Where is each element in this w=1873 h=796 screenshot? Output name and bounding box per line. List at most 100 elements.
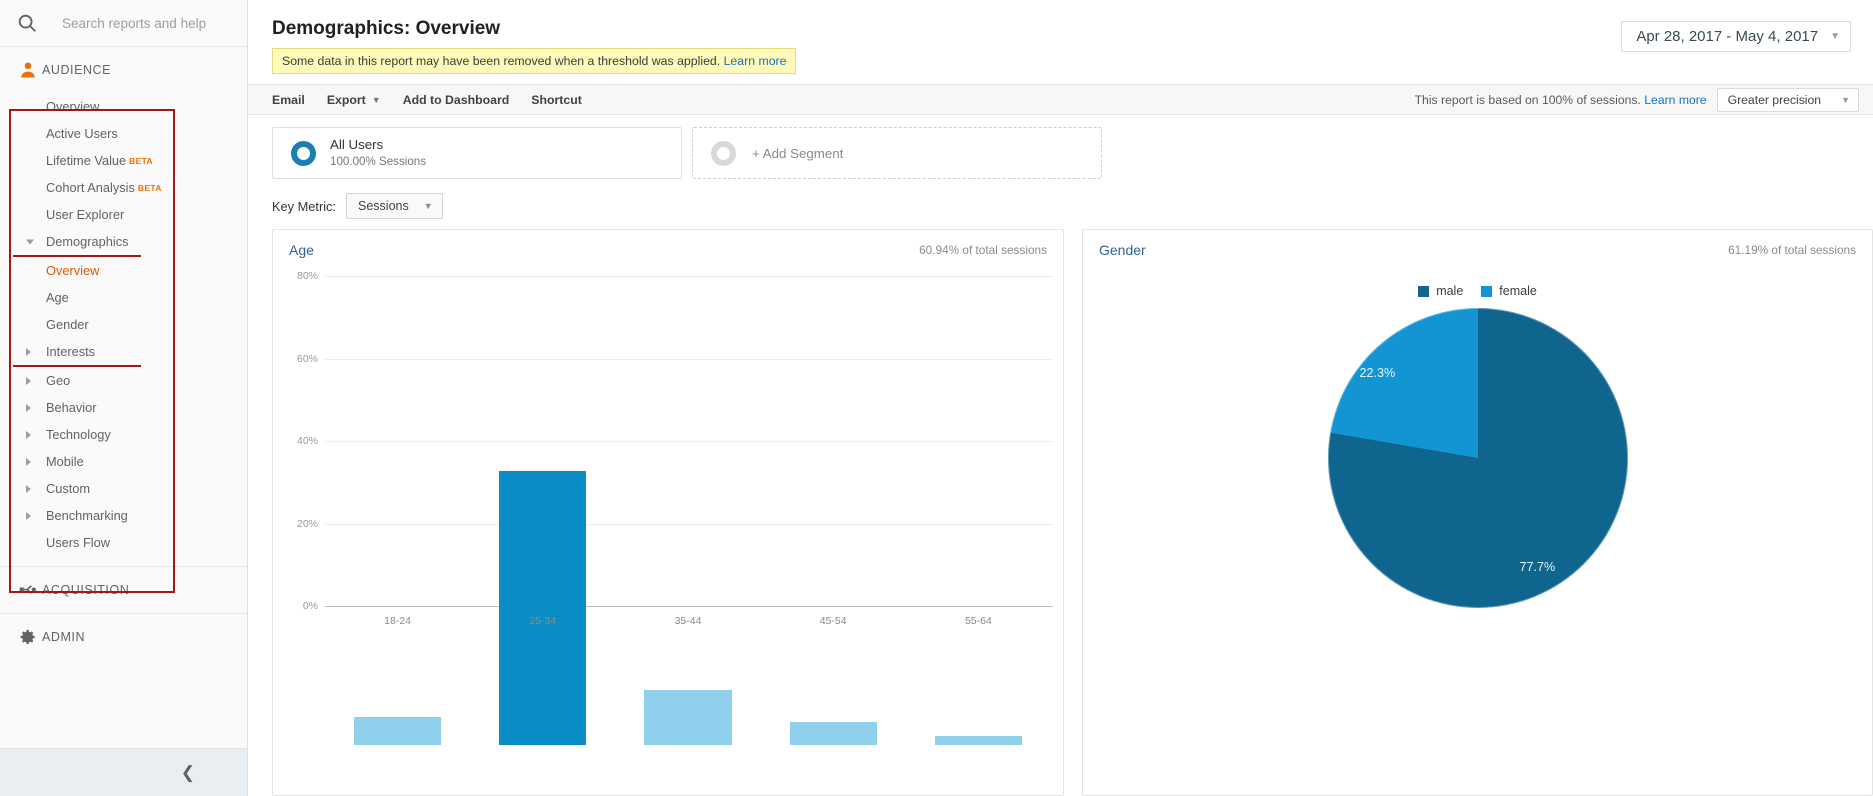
gridline bbox=[325, 358, 1053, 360]
key-metric-select[interactable]: Sessions ▼ bbox=[346, 193, 443, 219]
sidebar-item-interests[interactable]: Interests bbox=[0, 338, 247, 365]
sidebar-section-label: AUDIENCE bbox=[42, 63, 111, 77]
search-icon bbox=[16, 12, 38, 34]
pie-label-male: 77.7% bbox=[1519, 560, 1556, 574]
x-axis-tick-label: 25-34 bbox=[529, 615, 557, 627]
sidebar-item-overview[interactable]: Overview bbox=[0, 93, 247, 120]
bar-25-34[interactable] bbox=[499, 470, 587, 745]
sidebar-item-label: Cohort Analysis bbox=[46, 180, 135, 195]
x-axis-tick-label: 35-44 bbox=[674, 615, 702, 627]
segment-sessions: 100.00% Sessions bbox=[330, 155, 427, 169]
legend-swatch-female bbox=[1481, 285, 1493, 297]
chevron-right-icon bbox=[26, 457, 31, 466]
sidebar-search-row[interactable] bbox=[0, 0, 247, 47]
sidebar-item-gender[interactable]: Gender bbox=[0, 311, 247, 338]
report-header-left: Demographics: Overview Some data in this… bbox=[272, 18, 797, 74]
sidebar-item-label: Behavior bbox=[46, 400, 97, 415]
add-to-dashboard-label: Add to Dashboard bbox=[402, 92, 510, 107]
sidebar-item-user-explorer[interactable]: User Explorer bbox=[0, 201, 247, 228]
y-axis-tick-label: 40% bbox=[296, 435, 318, 447]
analytics-app: AUDIENCE Overview Active Users Lifetime … bbox=[0, 0, 1873, 796]
person-icon bbox=[18, 60, 38, 80]
add-to-dashboard-button[interactable]: Add to Dashboard bbox=[403, 93, 510, 107]
segment-all-users[interactable]: All Users 100.00% Sessions bbox=[272, 127, 682, 179]
beta-badge: BETA bbox=[137, 182, 162, 193]
bar-45-54[interactable] bbox=[789, 721, 877, 745]
precision-label: Greater precision bbox=[1727, 92, 1822, 107]
sidebar-item-technology[interactable]: Technology bbox=[0, 421, 247, 448]
left-sidebar: AUDIENCE Overview Active Users Lifetime … bbox=[0, 0, 248, 796]
chevron-right-icon bbox=[26, 403, 31, 412]
gridline bbox=[325, 606, 1053, 607]
key-metric-row: Key Metric: Sessions ▼ bbox=[248, 179, 1873, 229]
chevron-right-icon bbox=[26, 430, 31, 439]
legend-swatch-male bbox=[1418, 285, 1430, 297]
shortcut-label: Shortcut bbox=[531, 92, 582, 107]
sidebar-section-acquisition[interactable]: ACQUISITION bbox=[0, 567, 247, 613]
key-metric-value: Sessions bbox=[358, 199, 409, 213]
threshold-message: Some data in this report may have been r… bbox=[282, 54, 721, 68]
legend-item-female[interactable]: female bbox=[1481, 284, 1537, 298]
chevron-down-icon: ▼ bbox=[423, 201, 433, 211]
sidebar-item-custom[interactable]: Custom bbox=[0, 475, 247, 502]
age-panel-header: Age 60.94% of total sessions bbox=[273, 230, 1063, 268]
export-button[interactable]: Export ▼ bbox=[327, 93, 381, 107]
legend-item-male[interactable]: male bbox=[1418, 284, 1463, 298]
gender-panel-header: Gender 61.19% of total sessions bbox=[1083, 230, 1872, 268]
age-panel-title[interactable]: Age bbox=[289, 242, 314, 258]
sidebar-item-active-users[interactable]: Active Users bbox=[0, 120, 247, 147]
gear-icon bbox=[18, 627, 38, 647]
y-axis-tick-label: 60% bbox=[296, 352, 318, 365]
chevron-right-icon bbox=[26, 484, 31, 493]
x-axis-tick-label: 55-64 bbox=[964, 615, 992, 627]
page-title: Demographics: Overview bbox=[272, 18, 501, 39]
age-bar-chart: 0% 20% 40% 60% 80% 18-24 25-34 35-44 45-54 55-64 bbox=[273, 268, 1063, 795]
precision-selector[interactable]: Greater precision ▼ bbox=[1716, 87, 1859, 112]
threshold-learn-more-link[interactable]: Learn more bbox=[724, 54, 787, 68]
sidebar-item-label: User Explorer bbox=[46, 207, 125, 222]
sidebar-item-behavior[interactable]: Behavior bbox=[0, 394, 247, 421]
sidebar-item-age[interactable]: Age bbox=[0, 284, 247, 311]
sidebar-collapse-button[interactable]: ❮ bbox=[0, 748, 247, 796]
sidebar-section-admin[interactable]: ADMIN bbox=[0, 614, 247, 660]
sidebar-item-label: Geo bbox=[46, 373, 71, 388]
export-label: Export bbox=[326, 92, 366, 107]
sidebar-item-demographics[interactable]: Demographics bbox=[0, 228, 247, 255]
segment-name: All Users bbox=[330, 137, 384, 153]
bar-18-24[interactable] bbox=[354, 717, 442, 745]
sidebar-item-users-flow[interactable]: Users Flow bbox=[0, 529, 247, 556]
sidebar-item-label: Custom bbox=[46, 481, 91, 496]
sidebar-item-mobile[interactable]: Mobile bbox=[0, 448, 247, 475]
sidebar-item-lifetime-value[interactable]: Lifetime Value BETA bbox=[0, 147, 247, 174]
sampling-text: This report is based on 100% of sessions… bbox=[1414, 92, 1641, 107]
sampling-learn-more-link[interactable]: Learn more bbox=[1644, 93, 1706, 107]
bar-55-64[interactable] bbox=[934, 735, 1022, 745]
chevron-down-icon bbox=[26, 239, 34, 244]
chevron-down-icon: ▼ bbox=[371, 94, 381, 105]
gender-pie-chart: 22.3% 77.7% bbox=[1083, 298, 1872, 795]
sidebar-item-label: Overview bbox=[46, 263, 100, 278]
x-axis-tick-label: 45-54 bbox=[819, 615, 847, 627]
pie-graphic[interactable] bbox=[1327, 308, 1628, 608]
sidebar-item-label: Active Users bbox=[46, 126, 118, 141]
report-toolbar: Email Export ▼ Add to Dashboard Shortcut… bbox=[248, 84, 1873, 115]
report-header: Demographics: Overview Some data in this… bbox=[248, 0, 1873, 84]
sidebar-item-benchmarking[interactable]: Benchmarking bbox=[0, 502, 247, 529]
email-button[interactable]: Email bbox=[272, 93, 305, 107]
date-range-selector[interactable]: Apr 28, 2017 - May 4, 2017 ▼ bbox=[1621, 21, 1851, 52]
sidebar-section-label: ACQUISITION bbox=[42, 583, 130, 597]
sidebar-item-label: Gender bbox=[46, 317, 89, 332]
sidebar-section-audience[interactable]: AUDIENCE bbox=[0, 47, 247, 93]
gender-panel-title[interactable]: Gender bbox=[1099, 242, 1146, 258]
sidebar-item-demographics-overview[interactable]: Overview bbox=[0, 257, 247, 284]
shortcut-button[interactable]: Shortcut bbox=[531, 93, 582, 107]
sidebar-item-label: Benchmarking bbox=[46, 508, 128, 523]
gender-legend: male female bbox=[1083, 268, 1872, 298]
acquisition-icon bbox=[18, 580, 38, 600]
sidebar-item-cohort-analysis[interactable]: Cohort Analysis BETA bbox=[0, 174, 247, 201]
add-segment-button[interactable]: + Add Segment bbox=[692, 127, 1102, 179]
search-input[interactable] bbox=[60, 14, 230, 32]
sampling-note: This report is based on 100% of sessions… bbox=[1415, 93, 1707, 107]
sidebar-item-geo[interactable]: Geo bbox=[0, 367, 247, 394]
bar-35-44[interactable] bbox=[644, 689, 732, 745]
